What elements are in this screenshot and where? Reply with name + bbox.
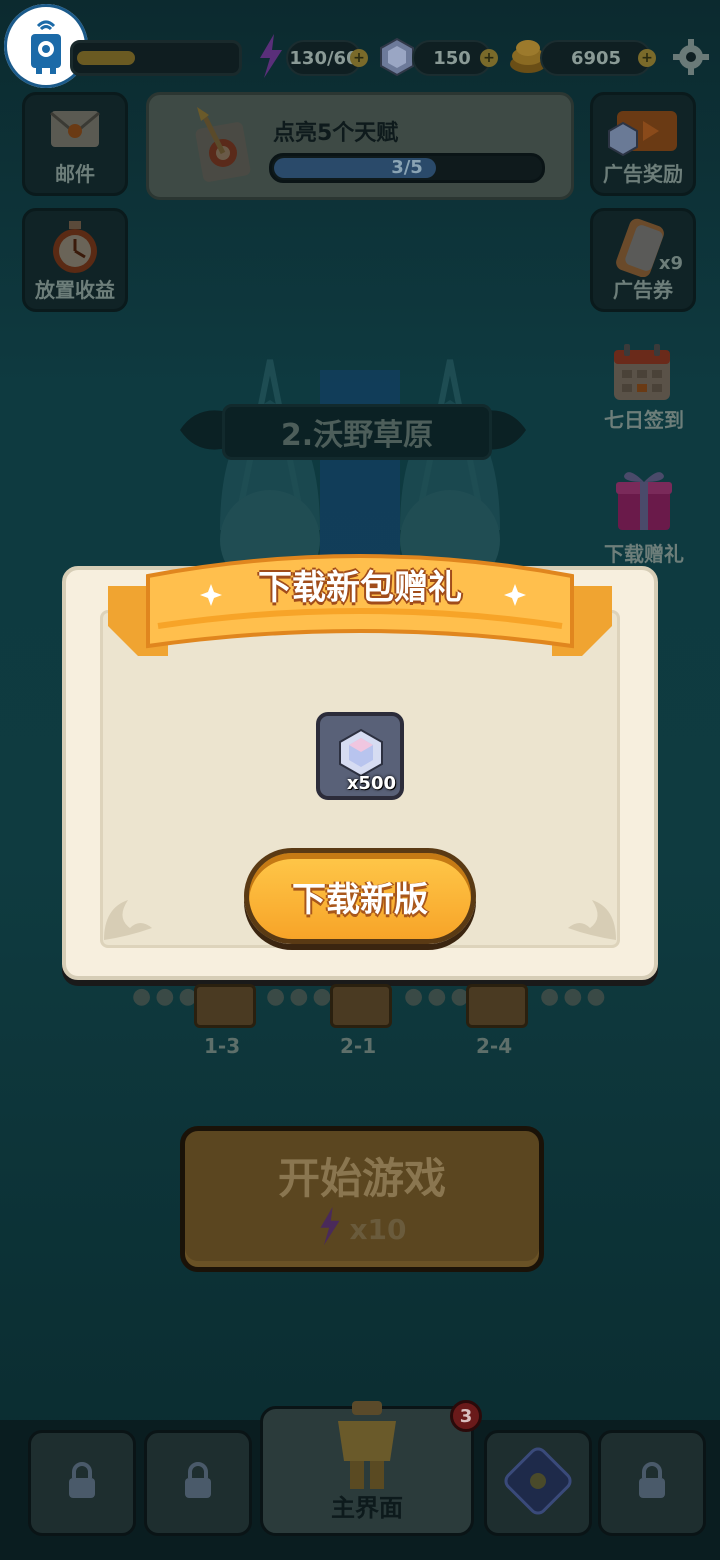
- mail-icon: [47, 105, 103, 157]
- mail-label: 邮件: [55, 162, 95, 186]
- energy-value: 130/60: [289, 47, 359, 69]
- energy-plus-button[interactable]: +: [350, 49, 368, 67]
- coins-plus-button[interactable]: +: [638, 49, 656, 67]
- path-dots: ●●●: [404, 984, 474, 1009]
- path-dots: ●●●: [132, 984, 202, 1009]
- corner-ornament-left-icon: [100, 888, 156, 948]
- level-chest-1[interactable]: [194, 984, 256, 1028]
- download-button-label: 下载新版: [292, 879, 428, 920]
- nav-tab-talent[interactable]: [484, 1430, 592, 1536]
- lock-icon: [636, 1462, 668, 1504]
- notification-badge: 3: [450, 1400, 482, 1432]
- armor-icon: [332, 1401, 402, 1495]
- level-label-1: 1-3: [204, 1034, 241, 1058]
- nav-tab-main[interactable]: 主界面: [260, 1401, 474, 1536]
- quest-title: 点亮5个天赋: [273, 121, 399, 146]
- path-dots: ●●●: [540, 984, 610, 1009]
- stopwatch-icon: [47, 219, 103, 279]
- start-game-cost-value: x10: [349, 1213, 407, 1246]
- seven-day-checkin-button[interactable]: 七日签到: [584, 340, 704, 436]
- coins-counter: 6905: [540, 40, 652, 76]
- start-game-button[interactable]: 开始游戏 x10: [180, 1126, 544, 1272]
- path-dots: ●●●: [266, 984, 336, 1009]
- lock-icon: [66, 1462, 98, 1504]
- stage-title: 2.沃野草原: [222, 404, 492, 460]
- talent-tree-icon: [503, 1446, 573, 1520]
- level-label-2: 2-1: [340, 1034, 377, 1058]
- nav-tab-locked-2[interactable]: [144, 1430, 252, 1536]
- gems-value: 150: [433, 47, 471, 69]
- gems-plus-button[interactable]: +: [480, 49, 498, 67]
- corner-ornament-right-icon: [564, 888, 620, 948]
- modal-title: 下载新包赠礼: [258, 568, 462, 608]
- calendar-icon: [612, 342, 672, 406]
- energy-icon: [256, 34, 286, 82]
- target-icon: [189, 105, 259, 189]
- reward-count: x500: [346, 773, 396, 794]
- start-game-label: 开始游戏: [277, 1154, 446, 1203]
- nav-tab-locked-1[interactable]: [28, 1430, 136, 1536]
- seven-day-checkin-label: 七日签到: [604, 408, 684, 432]
- gem-icon: [380, 37, 414, 80]
- ad-ticket-button[interactable]: x9 广告券: [590, 208, 696, 312]
- experience-bar: [70, 40, 242, 76]
- lock-icon: [182, 1462, 214, 1504]
- start-game-cost: x10: [317, 1206, 407, 1253]
- level-chest-3[interactable]: [466, 984, 528, 1028]
- mail-button[interactable]: 邮件: [22, 92, 128, 196]
- coins-value: 6905: [570, 47, 622, 69]
- idle-income-button[interactable]: 放置收益: [22, 208, 128, 312]
- reward-item-tile[interactable]: x500: [316, 712, 404, 800]
- quest-progress-text: 3/5: [391, 157, 423, 178]
- quest-progress-bar: 3/5: [269, 153, 545, 183]
- gift-icon: [614, 466, 674, 536]
- gear-icon[interactable]: [672, 38, 710, 80]
- ad-reward-button[interactable]: 广告奖励: [590, 92, 696, 196]
- quest-panel[interactable]: 点亮5个天赋 3/5: [146, 92, 574, 200]
- download-new-version-button[interactable]: 下载新版: [244, 848, 476, 944]
- energy-icon: [317, 1206, 343, 1253]
- level-label-3: 2-4: [476, 1034, 513, 1058]
- nav-tab-locked-3[interactable]: [598, 1430, 706, 1536]
- level-chest-2[interactable]: [330, 984, 392, 1028]
- ad-reward-icon: [603, 101, 683, 165]
- ad-ticket-count: x9: [658, 253, 683, 274]
